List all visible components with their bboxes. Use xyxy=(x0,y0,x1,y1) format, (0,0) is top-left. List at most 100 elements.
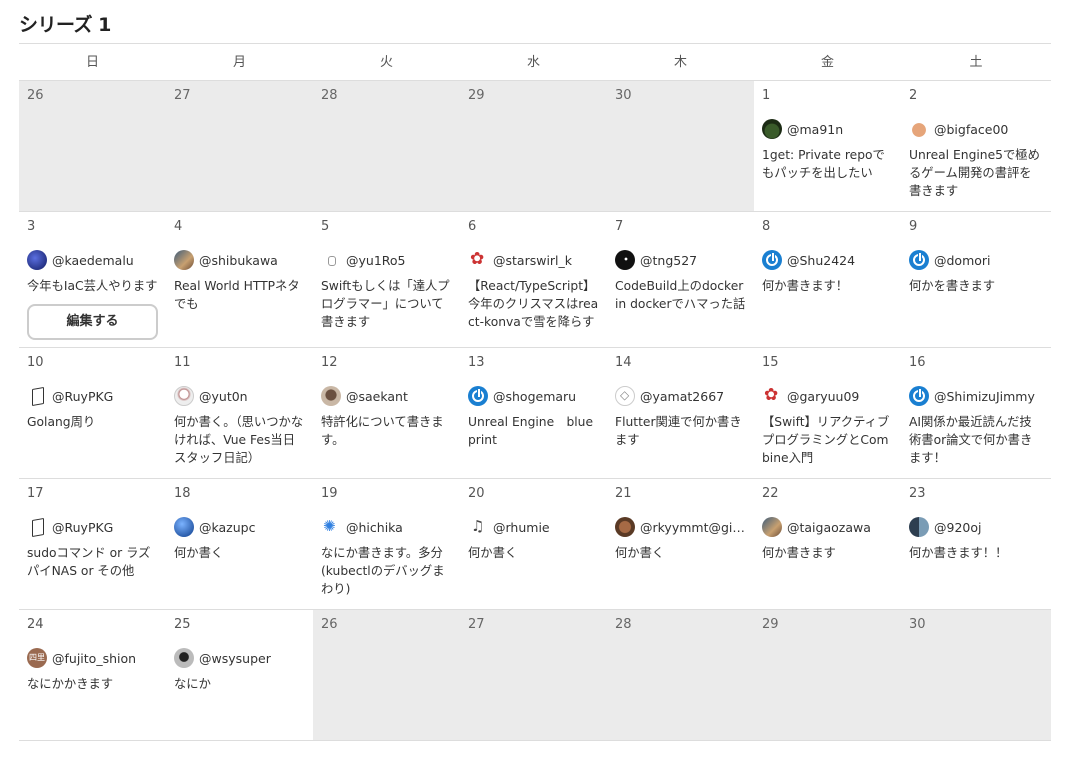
entry-description[interactable]: Flutter関連で何か書きます xyxy=(615,413,746,449)
author-username[interactable]: @yamat2667 xyxy=(640,389,724,404)
author-username[interactable]: @kazupc xyxy=(199,520,255,535)
entry-author[interactable]: @garyuu09 xyxy=(762,385,893,407)
entry-description[interactable]: Real World HTTPネタでも xyxy=(174,277,305,313)
entry-description[interactable]: 何か書きます！！ xyxy=(909,544,1043,562)
entry-description[interactable]: 何か書く xyxy=(615,544,746,562)
calendar-day-cell[interactable]: 21 @rkyymmt@gith... 何か書く xyxy=(607,479,754,609)
calendar-day-cell[interactable]: 9 @domori 何かを書きます xyxy=(901,212,1051,347)
author-username[interactable]: @shibukawa xyxy=(199,253,278,268)
calendar-day-cell[interactable]: 1 @ma91n 1get: Private repoでもパッチを出したい xyxy=(754,81,901,211)
calendar-day-cell[interactable]: 24 @fujito_shion なにかかきます xyxy=(19,610,166,740)
calendar-day-cell[interactable]: 22 @taigaozawa 何か書きます xyxy=(754,479,901,609)
author-username[interactable]: @ShimizuJimmy xyxy=(934,389,1035,404)
author-username[interactable]: @tng527 xyxy=(640,253,697,268)
entry-author[interactable]: @RuyPKG xyxy=(27,516,158,538)
author-username[interactable]: @ma91n xyxy=(787,122,843,137)
calendar-day-cell[interactable]: 6 @starswirl_k 【React/TypeScript】今年のクリスマスは… xyxy=(460,212,607,347)
entry-author[interactable]: @rhumie xyxy=(468,516,599,538)
author-username[interactable]: @yut0n xyxy=(199,389,248,404)
author-username[interactable]: @kaedemalu xyxy=(52,253,134,268)
calendar-day-cell[interactable]: 19 @hichika なにか書きます。多分(kubectlのデバッグまわり) xyxy=(313,479,460,609)
entry-description[interactable]: 何か書く xyxy=(174,544,305,562)
entry-author[interactable]: @shibukawa xyxy=(174,249,305,271)
entry-description[interactable]: Unreal Engine blueprint xyxy=(468,413,599,449)
author-username[interactable]: @RuyPKG xyxy=(52,520,113,535)
author-username[interactable]: @920oj xyxy=(934,520,981,535)
author-username[interactable]: @rkyymmt@gith... xyxy=(640,520,746,535)
author-username[interactable]: @rhumie xyxy=(493,520,550,535)
entry-description[interactable]: CodeBuild上のdocker in dockerでハマった話 xyxy=(615,277,746,313)
calendar-day-cell[interactable]: 15 @garyuu09 【Swift】リアクティブプログラミングとCombine入… xyxy=(754,348,901,478)
entry-description[interactable]: AI関係か最近読んだ技術書or論文で何か書きます！ xyxy=(909,413,1043,467)
calendar-day-cell[interactable]: 17 @RuyPKG sudoコマンド or ラズパイNAS or その他 xyxy=(19,479,166,609)
entry-author[interactable]: @RuyPKG xyxy=(27,385,158,407)
author-username[interactable]: @hichika xyxy=(346,520,403,535)
entry-description[interactable]: 何か書きます！ xyxy=(762,277,893,295)
calendar-day-cell[interactable]: 13 @shogemaru Unreal Engine blueprint xyxy=(460,348,607,478)
author-username[interactable]: @saekant xyxy=(346,389,408,404)
calendar-day-cell[interactable]: 2 @bigface00 Unreal Engine5で極めるゲーム開発の書評を書き… xyxy=(901,81,1051,211)
entry-author[interactable]: @yut0n xyxy=(174,385,305,407)
entry-author[interactable]: @kazupc xyxy=(174,516,305,538)
author-username[interactable]: @fujito_shion xyxy=(52,651,136,666)
entry-description[interactable]: 何かを書きます xyxy=(909,277,1043,295)
entry-author[interactable]: @hichika xyxy=(321,516,452,538)
author-username[interactable]: @taigaozawa xyxy=(787,520,871,535)
calendar-day-cell[interactable]: 3 @kaedemalu 今年もIaC芸人やります 編集する xyxy=(19,212,166,347)
entry-author[interactable]: @tng527 xyxy=(615,249,746,271)
author-username[interactable]: @RuyPKG xyxy=(52,389,113,404)
entry-description[interactable]: 【React/TypeScript】今年のクリスマスはreact-konvaで雪… xyxy=(468,277,599,331)
author-username[interactable]: @starswirl_k xyxy=(493,253,572,268)
calendar-day-cell[interactable]: 4 @shibukawa Real World HTTPネタでも xyxy=(166,212,313,347)
entry-description[interactable]: Swiftもしくは「達人プログラマー」について書きます xyxy=(321,277,452,331)
author-username[interactable]: @garyuu09 xyxy=(787,389,859,404)
entry-description[interactable]: Golang周り xyxy=(27,413,158,431)
entry-description[interactable]: 何か書きます xyxy=(762,544,893,562)
calendar-day-cell[interactable]: 8 @Shu2424 何か書きます！ xyxy=(754,212,901,347)
entry-author[interactable]: @920oj xyxy=(909,516,1043,538)
calendar-day-cell[interactable]: 18 @kazupc 何か書く xyxy=(166,479,313,609)
author-username[interactable]: @shogemaru xyxy=(493,389,576,404)
entry-description[interactable]: 今年もIaC芸人やります xyxy=(27,277,158,295)
entry-author[interactable]: @kaedemalu xyxy=(27,249,158,271)
entry-author[interactable]: @yu1Ro5 xyxy=(321,249,452,271)
entry-author[interactable]: @domori xyxy=(909,249,1043,271)
entry-description[interactable]: 1get: Private repoでもパッチを出したい xyxy=(762,146,893,182)
entry-author[interactable]: @fujito_shion xyxy=(27,647,158,669)
edit-entry-button[interactable]: 編集する xyxy=(27,304,158,340)
calendar-day-cell[interactable]: 16 @ShimizuJimmy AI関係か最近読んだ技術書or論文で何か書きます！ xyxy=(901,348,1051,478)
calendar-day-cell[interactable]: 10 @RuyPKG Golang周り xyxy=(19,348,166,478)
author-username[interactable]: @bigface00 xyxy=(934,122,1008,137)
entry-author[interactable]: @rkyymmt@gith... xyxy=(615,516,746,538)
entry-author[interactable]: @yamat2667 xyxy=(615,385,746,407)
entry-author[interactable]: @ma91n xyxy=(762,118,893,140)
calendar-day-cell[interactable]: 7 @tng527 CodeBuild上のdocker in dockerでハマった… xyxy=(607,212,754,347)
author-username[interactable]: @wsysuper xyxy=(199,651,271,666)
calendar-day-cell[interactable]: 12 @saekant 特許化について書きます。 xyxy=(313,348,460,478)
entry-description[interactable]: なにかかきます xyxy=(27,675,158,693)
entry-description[interactable]: sudoコマンド or ラズパイNAS or その他 xyxy=(27,544,158,580)
calendar-day-cell[interactable]: 20 @rhumie 何か書く xyxy=(460,479,607,609)
entry-description[interactable]: 【Swift】リアクティブプログラミングとCombine入門 xyxy=(762,413,893,467)
calendar-day-cell[interactable]: 23 @920oj 何か書きます！！ xyxy=(901,479,1051,609)
entry-description[interactable]: Unreal Engine5で極めるゲーム開発の書評を書きます xyxy=(909,146,1043,200)
entry-author[interactable]: @saekant xyxy=(321,385,452,407)
entry-description[interactable]: 何か書く。（思いつかなければ、Vue Fes当日スタッフ日記） xyxy=(174,413,305,467)
author-username[interactable]: @yu1Ro5 xyxy=(346,253,406,268)
calendar-day-cell[interactable]: 25 @wsysuper なにか xyxy=(166,610,313,740)
entry-description[interactable]: なにか書きます。多分(kubectlのデバッグまわり) xyxy=(321,544,452,598)
calendar-day-cell[interactable]: 11 @yut0n 何か書く。（思いつかなければ、Vue Fes当日スタッフ日記） xyxy=(166,348,313,478)
calendar-day-cell[interactable]: 14 @yamat2667 Flutter関連で何か書きます xyxy=(607,348,754,478)
entry-author[interactable]: @bigface00 xyxy=(909,118,1043,140)
entry-author[interactable]: @Shu2424 xyxy=(762,249,893,271)
entry-author[interactable]: @starswirl_k xyxy=(468,249,599,271)
entry-description[interactable]: なにか xyxy=(174,675,305,693)
entry-description[interactable]: 何か書く xyxy=(468,544,599,562)
author-username[interactable]: @Shu2424 xyxy=(787,253,855,268)
entry-author[interactable]: @shogemaru xyxy=(468,385,599,407)
entry-description[interactable]: 特許化について書きます。 xyxy=(321,413,452,449)
entry-author[interactable]: @ShimizuJimmy xyxy=(909,385,1043,407)
entry-author[interactable]: @taigaozawa xyxy=(762,516,893,538)
entry-author[interactable]: @wsysuper xyxy=(174,647,305,669)
author-username[interactable]: @domori xyxy=(934,253,991,268)
